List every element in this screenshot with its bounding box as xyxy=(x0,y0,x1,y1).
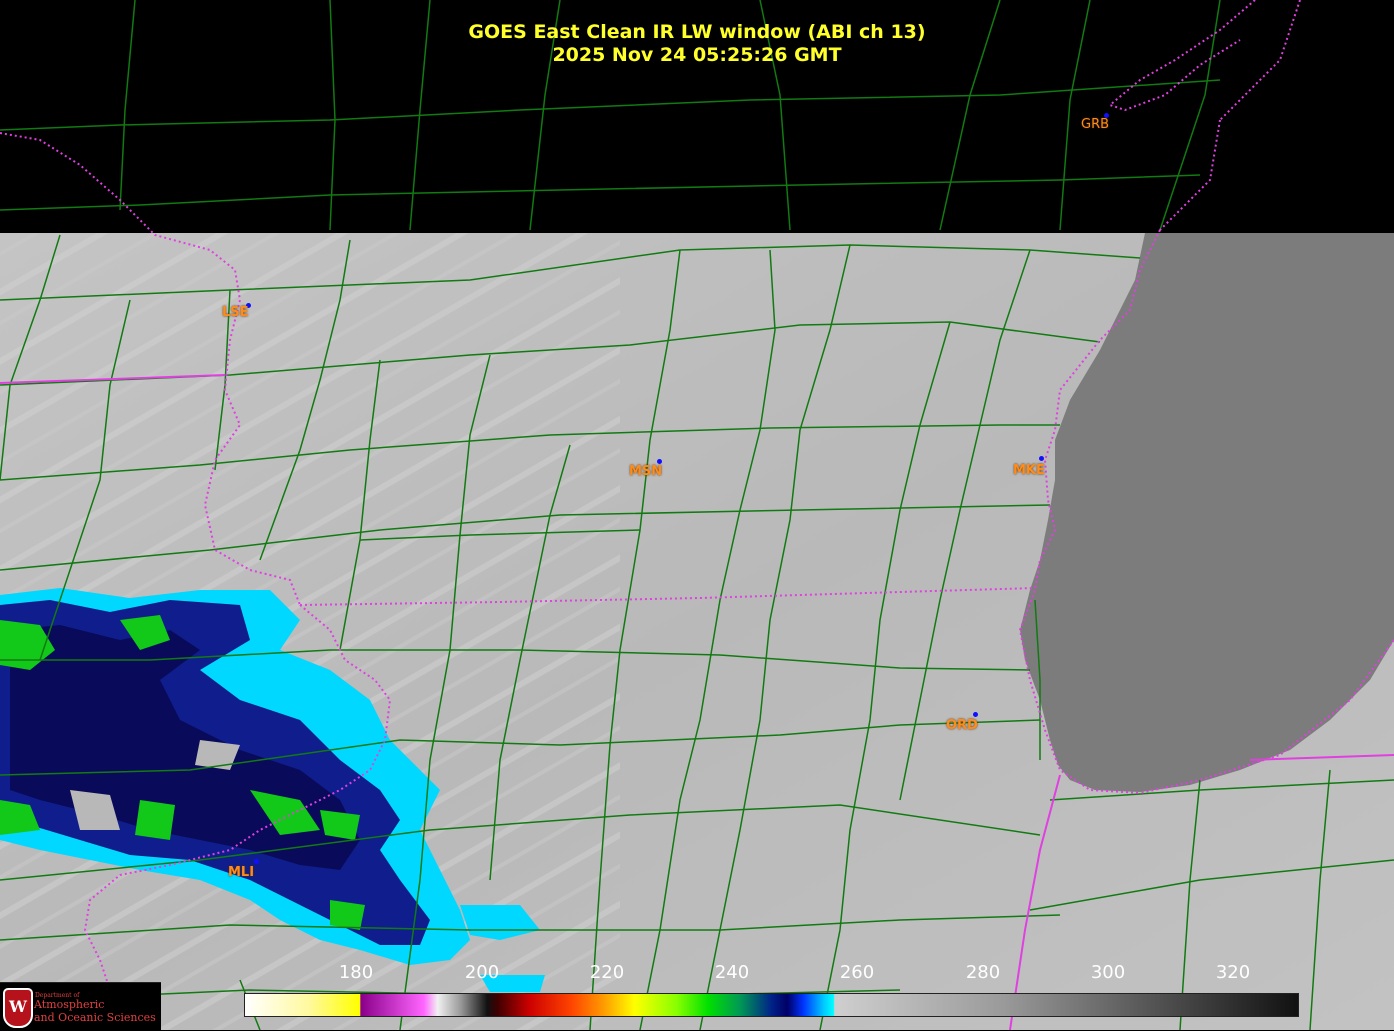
station-dot-ord xyxy=(973,712,978,717)
station-dot-mli xyxy=(254,859,259,864)
title-line-1: GOES East Clean IR LW window (ABI ch 13) xyxy=(468,21,926,43)
uw-crest-icon: W xyxy=(3,988,33,1028)
colorbar-tick: 240 xyxy=(714,962,750,983)
logo-line-1: Atmospheric xyxy=(34,998,105,1011)
station-dot-mke xyxy=(1039,456,1044,461)
colorbar-tick: 180 xyxy=(338,962,374,983)
colorbar-tick: 320 xyxy=(1215,962,1251,983)
station-label-grb: GRB xyxy=(1081,117,1110,132)
colorbar-tick: 260 xyxy=(839,962,875,983)
station-label-ord: ORD xyxy=(946,718,978,733)
satellite-ir-map xyxy=(0,0,1394,1030)
station-label-lse: LSE xyxy=(222,305,249,320)
title-line-2-timestamp: 2025 Nov 24 05:25:26 GMT xyxy=(552,44,842,66)
colorbar-tick: 300 xyxy=(1090,962,1126,983)
station-label-mli: MLI xyxy=(228,865,255,880)
logo-line-2: and Oceanic Sciences xyxy=(34,1011,156,1024)
station-label-mke: MKE xyxy=(1013,463,1045,478)
colorbar-tick: 280 xyxy=(965,962,1001,983)
colorbar-tick: 200 xyxy=(464,962,500,983)
aos-logo: W Department of Atmospheric and Oceanic … xyxy=(0,982,161,1031)
temperature-colorbar xyxy=(244,993,1299,1017)
station-label-msn: MSN xyxy=(629,464,663,479)
colorbar-tick: 220 xyxy=(589,962,625,983)
